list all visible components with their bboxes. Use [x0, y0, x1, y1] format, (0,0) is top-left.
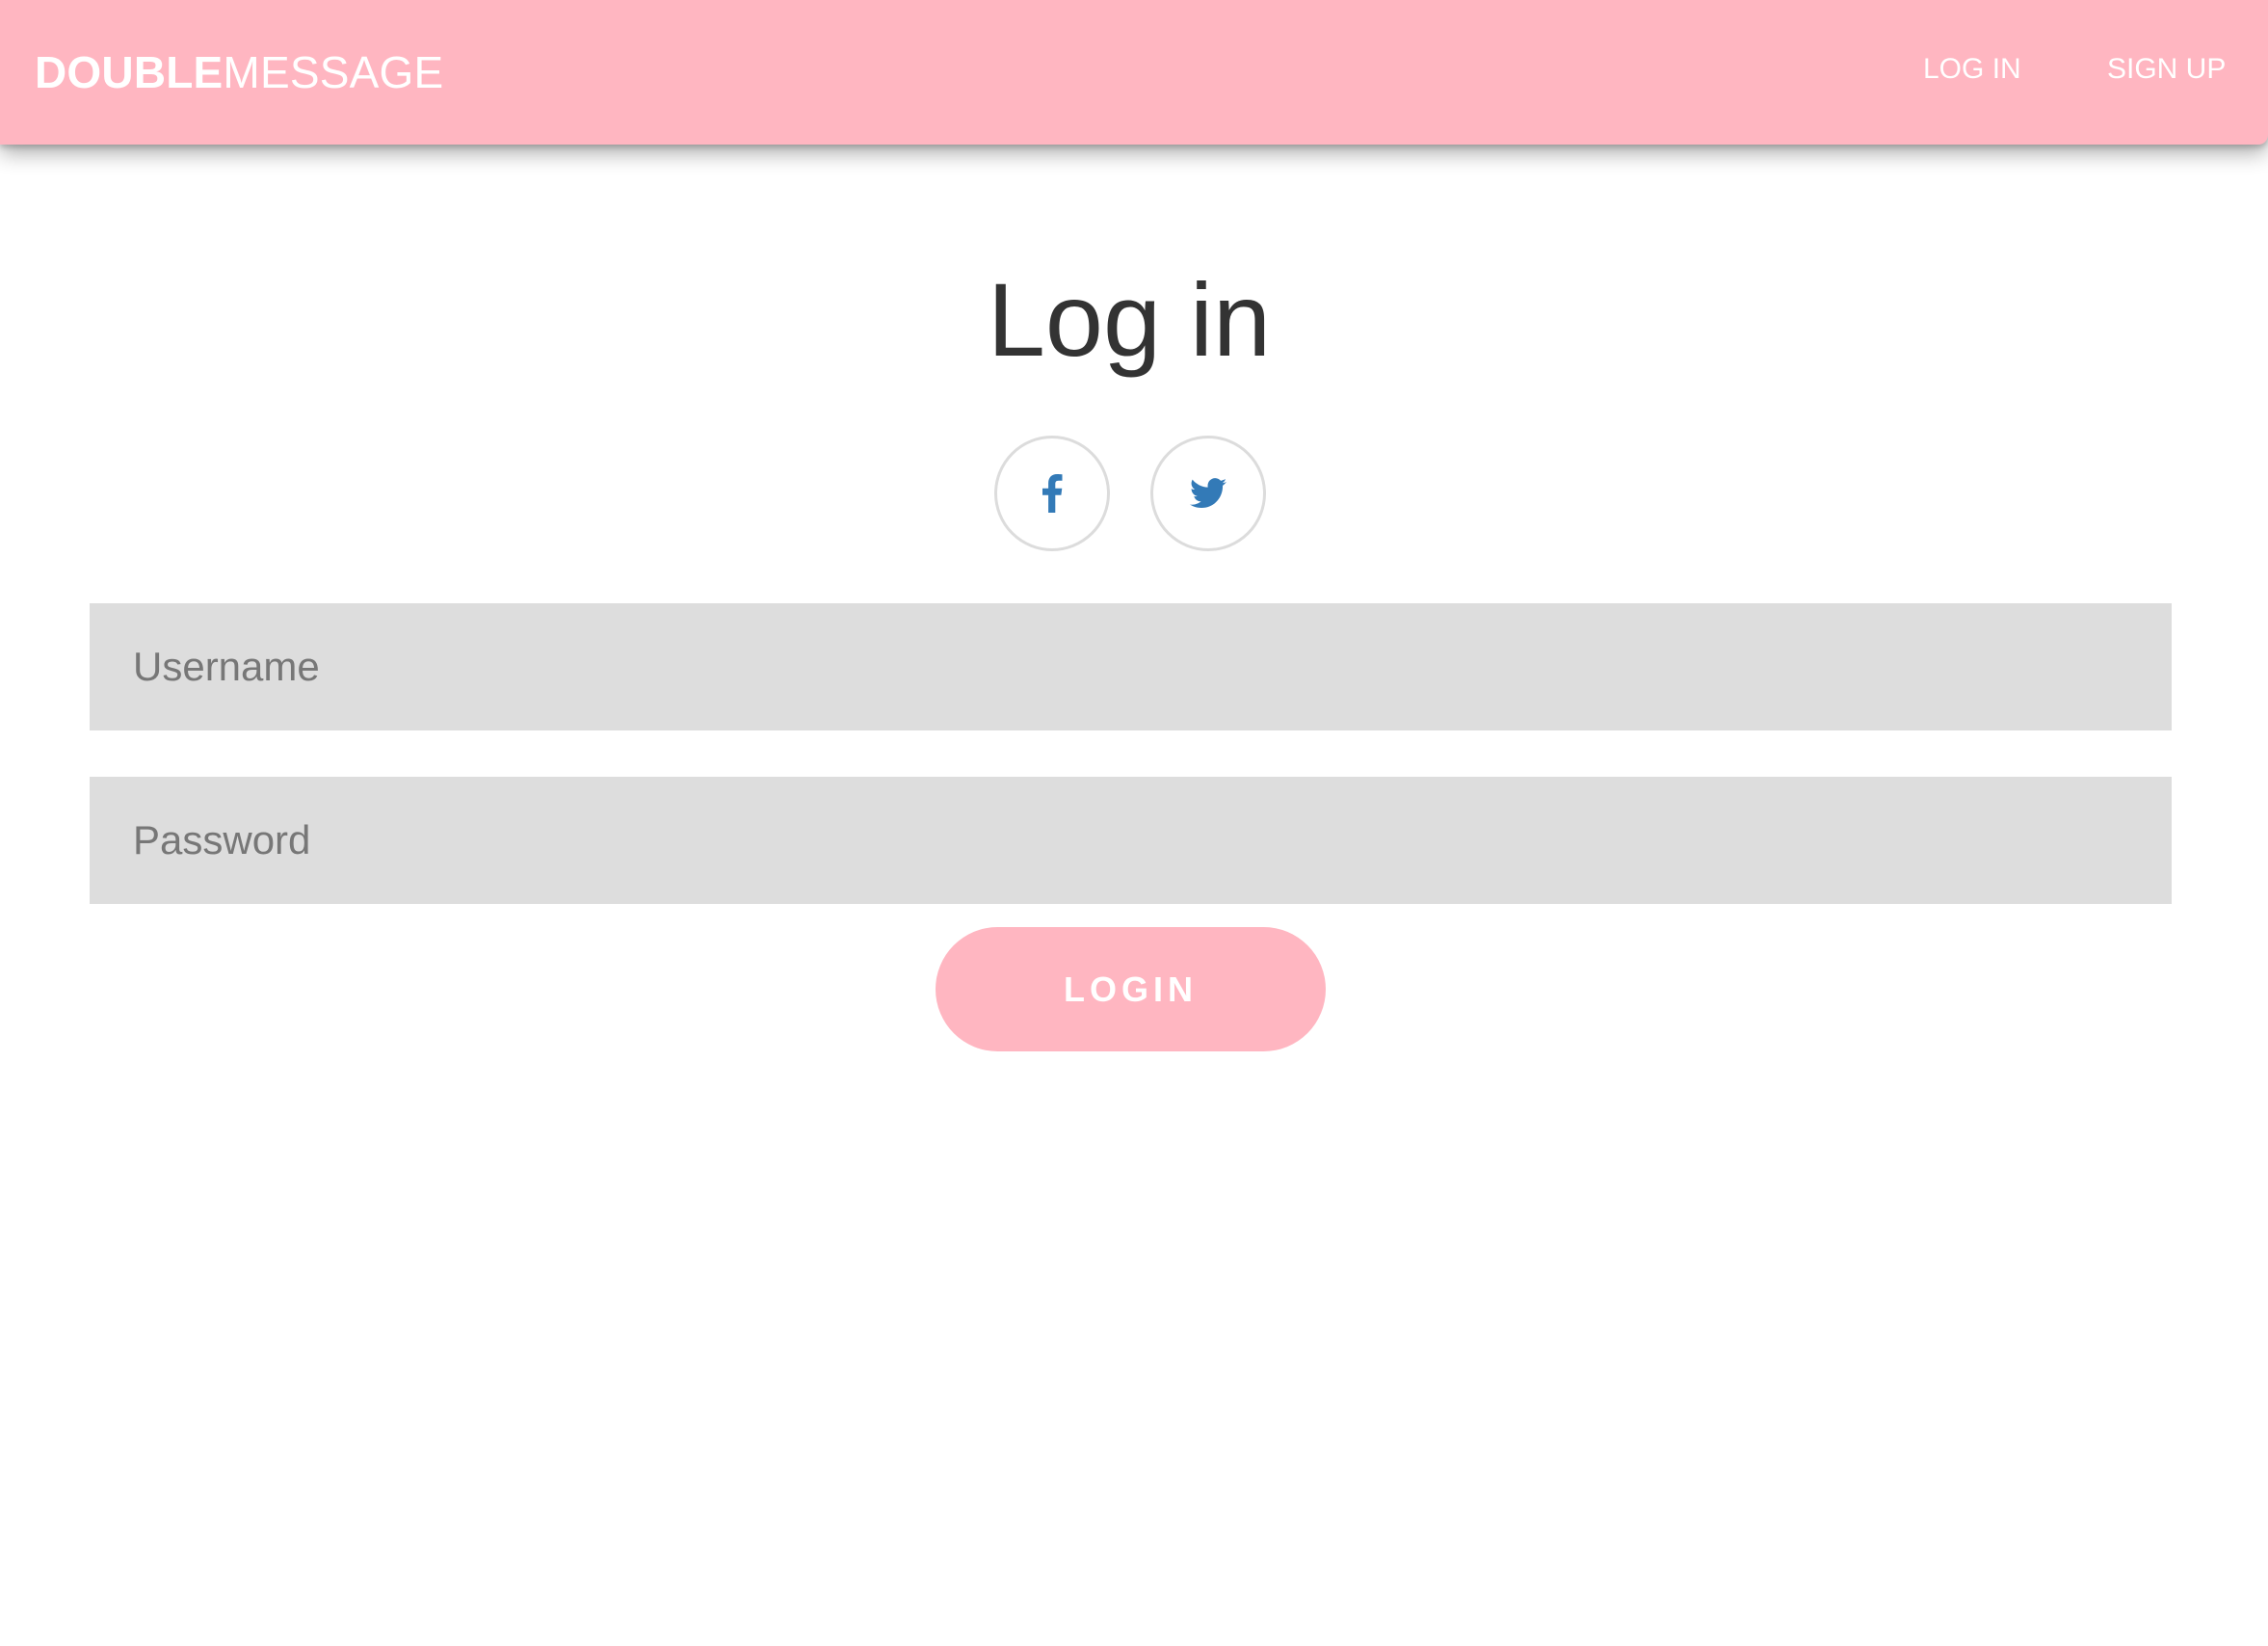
login-button[interactable]: LOGIN	[936, 927, 1326, 1051]
facebook-icon	[1042, 474, 1063, 513]
twitter-login-button[interactable]	[1150, 436, 1266, 551]
brand-bold-text: DOUBLE	[35, 47, 224, 97]
brand-logo[interactable]: DOUBLEMESSAGE	[35, 46, 443, 98]
facebook-login-button[interactable]	[994, 436, 1110, 551]
nav-signup-link[interactable]: SIGN UP	[2107, 52, 2226, 87]
twitter-icon	[1190, 478, 1226, 509]
username-input[interactable]	[90, 603, 2172, 730]
nav-login-link[interactable]: LOG IN	[1923, 52, 2021, 87]
page-title: Log in	[987, 261, 1272, 378]
brand-light-text: MESSAGE	[223, 47, 444, 97]
navbar: DOUBLEMESSAGE LOG IN SIGN UP	[0, 0, 2268, 145]
password-input[interactable]	[90, 777, 2172, 904]
